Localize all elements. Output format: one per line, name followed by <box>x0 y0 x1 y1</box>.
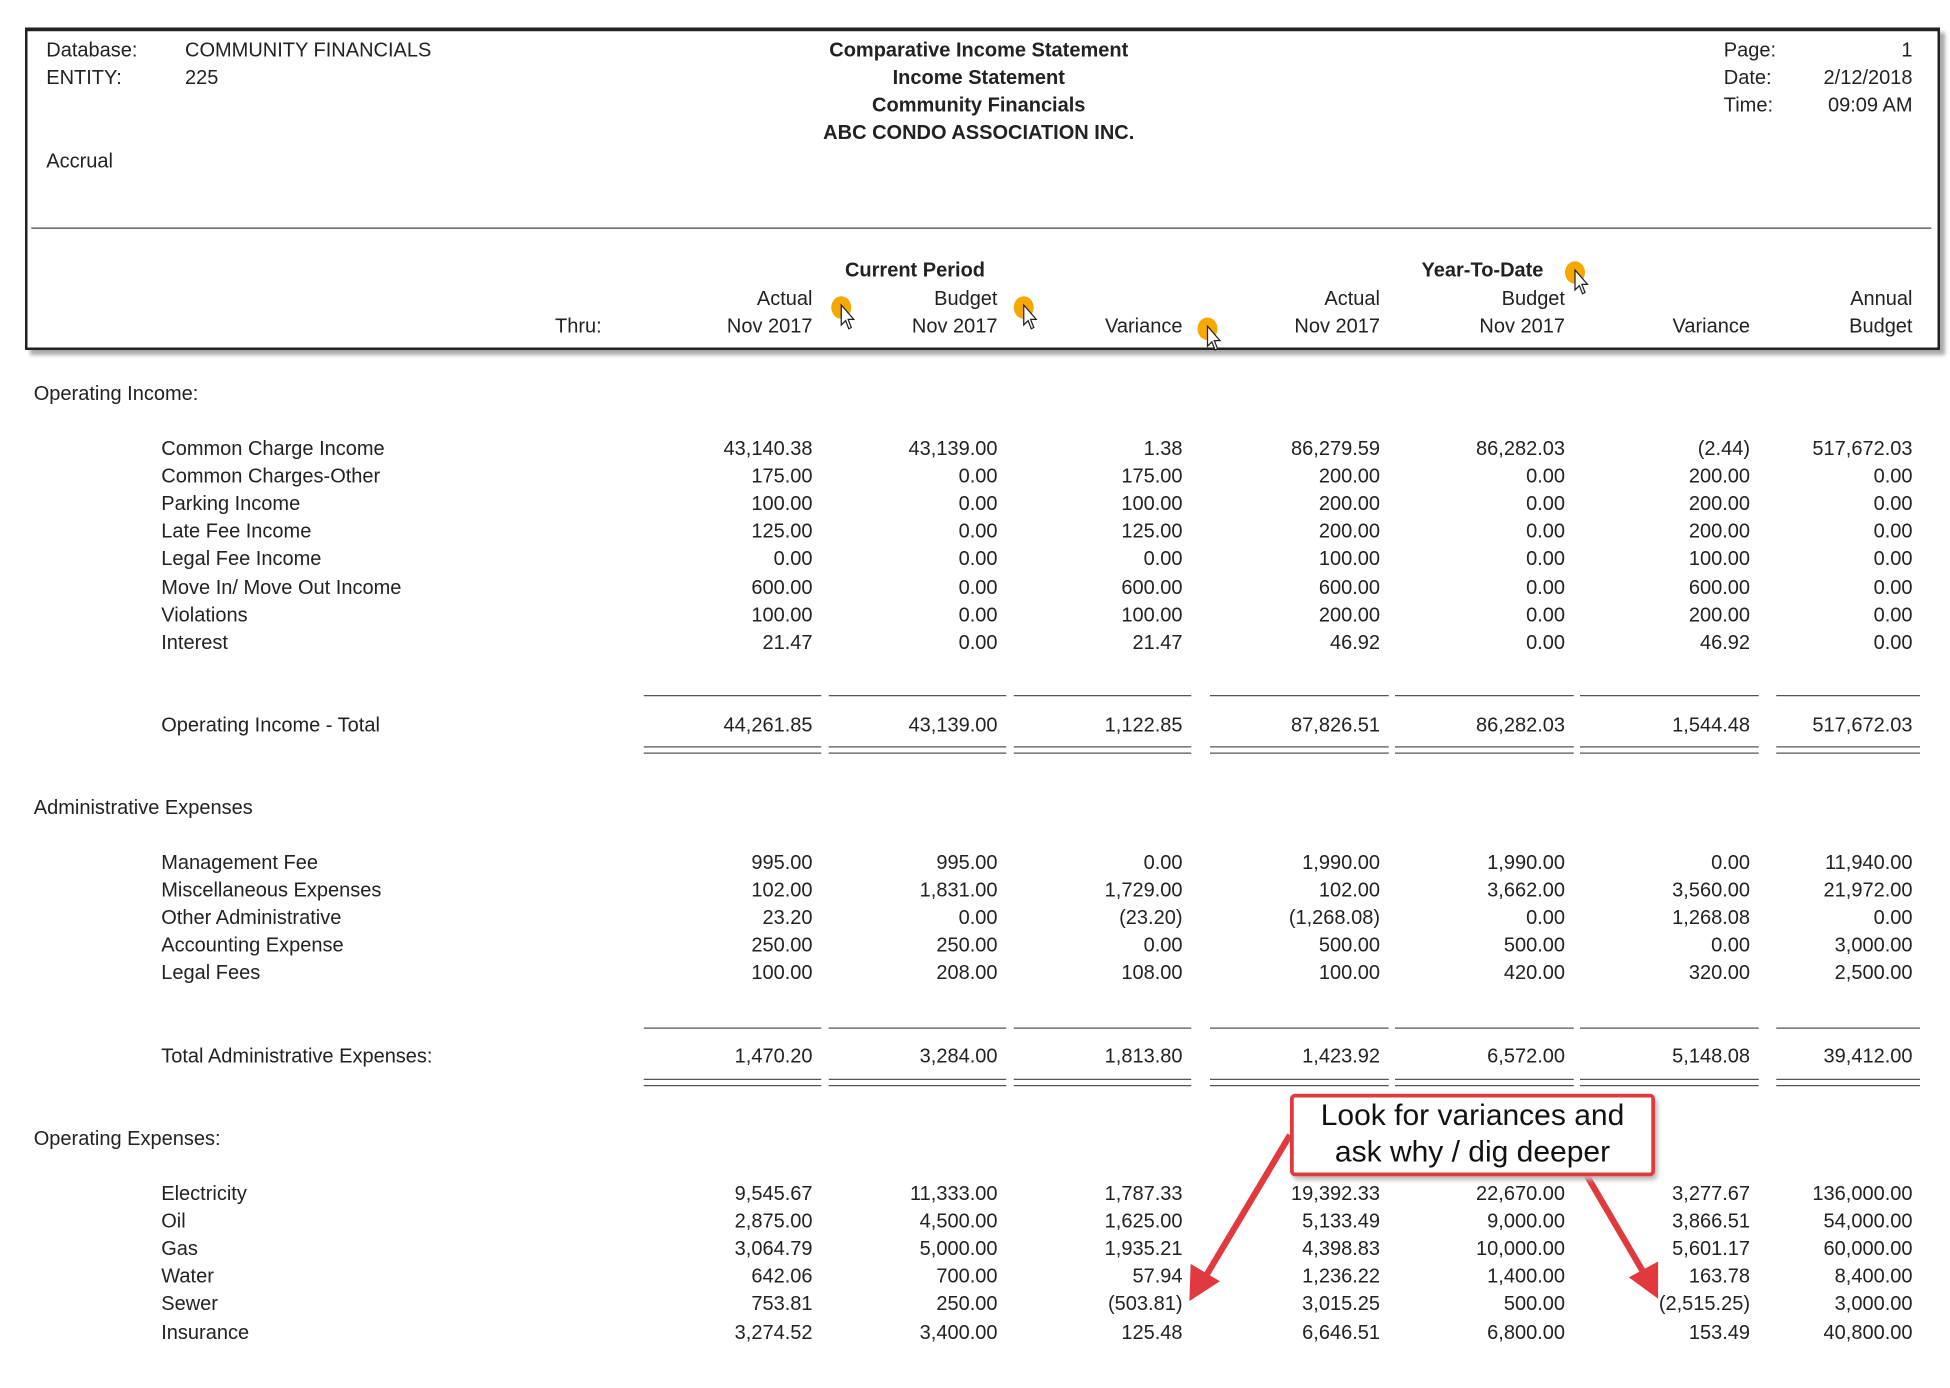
callout-line-2: ask why / dig deeper <box>1334 1135 1611 1169</box>
callout-arrows <box>1189 1133 1659 1302</box>
arrow-left-head <box>1189 1263 1220 1302</box>
cursor-highlight-icon <box>1565 261 1589 295</box>
report-page: Database: COMMUNITY FINANCIALS ENTITY: 2… <box>0 0 1950 1388</box>
cursor-highlight-icon <box>1197 317 1222 351</box>
annotation-callout: Look for variances and ask why / dig dee… <box>1290 1093 1655 1177</box>
cursor-highlight-icon <box>831 296 856 330</box>
arrow-right-shaft <box>1582 1170 1648 1277</box>
cursor-highlight-icon <box>1013 296 1038 330</box>
arrow-left-shaft <box>1202 1133 1293 1280</box>
callout-line-1: Look for variances and <box>1320 1098 1625 1133</box>
